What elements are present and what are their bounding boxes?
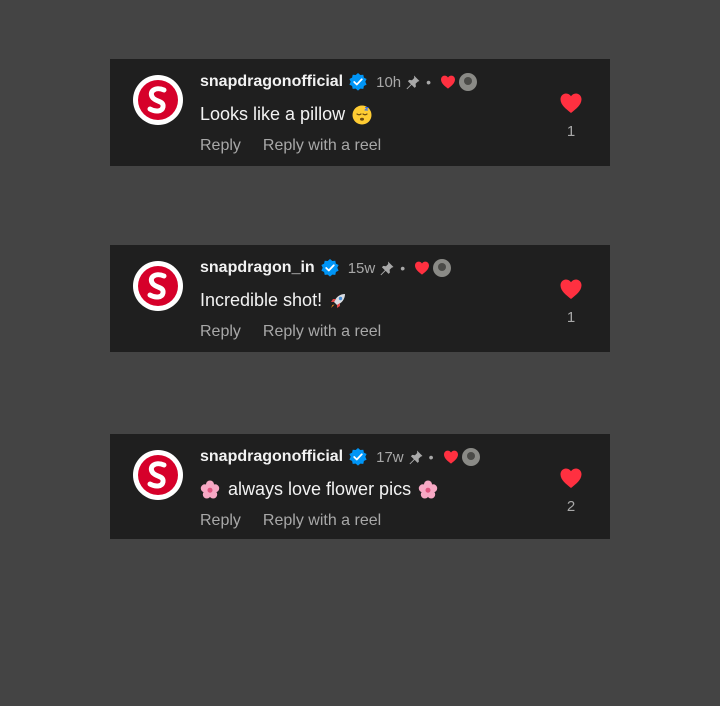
comment-header: snapdragon_in 15w • [200, 258, 452, 278]
author-avatar-icon [433, 259, 452, 277]
like-heart-icon[interactable] [559, 467, 583, 489]
comment-actions: Reply Reply with a reel [200, 512, 381, 530]
like-heart-icon[interactable] [559, 92, 583, 114]
comment-text: always love flower pics [228, 479, 412, 499]
separator-dot: • [400, 260, 406, 276]
verified-badge-icon [349, 448, 367, 466]
like-count[interactable]: 1 [558, 123, 584, 140]
username[interactable]: snapdragonofficial [200, 73, 343, 91]
liked-by-author-heart-icon [415, 261, 430, 275]
avatar[interactable] [133, 75, 183, 125]
separator-dot: • [426, 74, 432, 90]
like-heart-icon[interactable] [559, 278, 583, 300]
reply-with-reel-button[interactable]: Reply with a reel [263, 137, 381, 155]
comment-time: 15w [347, 259, 376, 277]
cherry-blossom-emoji-icon [200, 480, 220, 498]
comment-card: snapdragon_in 15w • Incredible shot! Rep… [110, 245, 610, 352]
avatar[interactable] [133, 450, 183, 500]
avatar[interactable] [133, 261, 183, 311]
verified-badge-icon [321, 259, 339, 277]
reply-with-reel-button[interactable]: Reply with a reel [263, 323, 381, 341]
pin-icon [380, 261, 394, 276]
username[interactable]: snapdragonofficial [200, 448, 343, 466]
reply-button[interactable]: Reply [200, 512, 241, 530]
reply-button[interactable]: Reply [200, 323, 241, 341]
comment-actions: Reply Reply with a reel [200, 323, 381, 341]
comment-time: 17w [376, 448, 404, 466]
snapdragon-logo-icon [138, 80, 178, 120]
username[interactable]: snapdragon_in [200, 259, 315, 277]
author-avatar-icon [459, 73, 478, 91]
comment-time: 10h [376, 73, 402, 91]
comment-text-row: Looks like a pillow [200, 104, 372, 125]
sleeping-face-emoji-icon [352, 105, 372, 124]
snapdragon-logo-icon [138, 266, 178, 306]
reply-with-reel-button[interactable]: Reply with a reel [263, 512, 381, 530]
comment-text-row: Incredible shot! [200, 290, 348, 311]
separator-dot: • [428, 449, 434, 465]
comment-card: snapdragonofficial 17w • always love flo… [110, 434, 610, 539]
comment-header: snapdragonofficial 17w • [200, 447, 480, 467]
verified-badge-icon [349, 73, 367, 91]
author-avatar-icon [461, 448, 480, 466]
cherry-blossom-emoji-icon [418, 480, 438, 498]
rocket-emoji-icon [331, 293, 346, 308]
comment-header: snapdragonofficial 10h • [200, 72, 478, 92]
liked-by-author-heart-icon [443, 450, 458, 464]
comment-text: Looks like a pillow [200, 104, 346, 124]
pin-icon [406, 75, 420, 90]
pin-icon [409, 450, 423, 465]
liked-by-author-heart-icon [441, 75, 456, 89]
comment-card: snapdragonofficial 10h • Looks like a pi… [110, 59, 610, 166]
snapdragon-logo-icon [138, 455, 178, 495]
like-count[interactable]: 1 [558, 309, 584, 326]
comment-text-row: always love flower pics [200, 479, 438, 500]
reply-button[interactable]: Reply [200, 137, 241, 155]
comment-actions: Reply Reply with a reel [200, 137, 381, 155]
comment-text: Incredible shot! [200, 290, 323, 310]
like-count[interactable]: 2 [558, 498, 584, 515]
